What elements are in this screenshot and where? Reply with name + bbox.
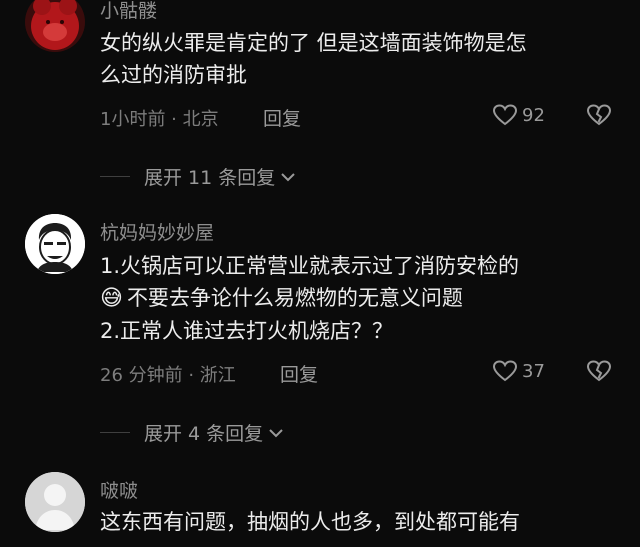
comment-text-line: 么过的消防审批: [100, 63, 247, 87]
comment-text-line: 1.火锅店可以正常营业就表示过了消防安检的: [100, 254, 520, 278]
reply-button[interactable]: 回复: [263, 104, 301, 131]
avatar[interactable]: [25, 214, 85, 274]
comment-text-line: 这东西有问题，抽烟的人也多，到处都可能有: [100, 510, 520, 534]
expand-replies-button[interactable]: 展开 4 条回复: [100, 419, 285, 446]
like-button[interactable]: 92: [492, 103, 545, 127]
comment-text: 这东西有问题，抽烟的人也多，到处都可能有: [100, 506, 610, 538]
comment-username[interactable]: 啵啵: [100, 476, 138, 503]
like-count: 37: [522, 360, 545, 382]
dislike-button[interactable]: [586, 359, 612, 387]
divider: [100, 176, 130, 177]
avatar[interactable]: [25, 472, 85, 532]
comment-text-line: 女的纵火罪是肯定的了 但是这墙面装饰物是怎: [100, 31, 527, 55]
comment-username[interactable]: 杭妈妈妙妙屋: [100, 218, 214, 245]
expand-replies-label: 展开 11 条回复: [144, 167, 276, 189]
comment-text-line-rest: 不要去争论什么易燃物的无意义问题: [126, 286, 463, 310]
like-count: 92: [522, 104, 545, 126]
divider: [100, 432, 130, 433]
comment-meta: 26 分钟前 · 浙江: [100, 365, 236, 386]
expand-replies-label: 展开 4 条回复: [144, 423, 264, 445]
avatar[interactable]: [25, 0, 85, 52]
comment-meta: 1小时前 · 北京: [100, 109, 219, 130]
chevron-down-icon: [281, 172, 295, 181]
broken-heart-icon: [586, 360, 612, 382]
heart-outline-icon: [492, 104, 518, 126]
like-button[interactable]: 37: [492, 359, 545, 383]
comment-text-line: 😅 不要去争论什么易燃物的无意义问题: [100, 282, 610, 315]
sweat-smile-emoji-icon: 😅: [100, 286, 123, 311]
dislike-button[interactable]: [586, 103, 612, 131]
comment-text-line: 2.正常人谁过去打火机烧店？？: [100, 319, 394, 343]
heart-outline-icon: [492, 360, 518, 382]
comment-username[interactable]: 小骷髅: [100, 0, 157, 23]
chevron-down-icon: [269, 428, 283, 437]
expand-replies-button[interactable]: 展开 11 条回复: [100, 163, 297, 190]
broken-heart-icon: [586, 104, 612, 126]
comment-text: 女的纵火罪是肯定的了 但是这墙面装饰物是怎 么过的消防审批: [100, 27, 610, 91]
reply-button[interactable]: 回复: [280, 360, 318, 387]
comment-text: 1.火锅店可以正常营业就表示过了消防安检的 😅 不要去争论什么易燃物的无意义问题 …: [100, 250, 610, 347]
